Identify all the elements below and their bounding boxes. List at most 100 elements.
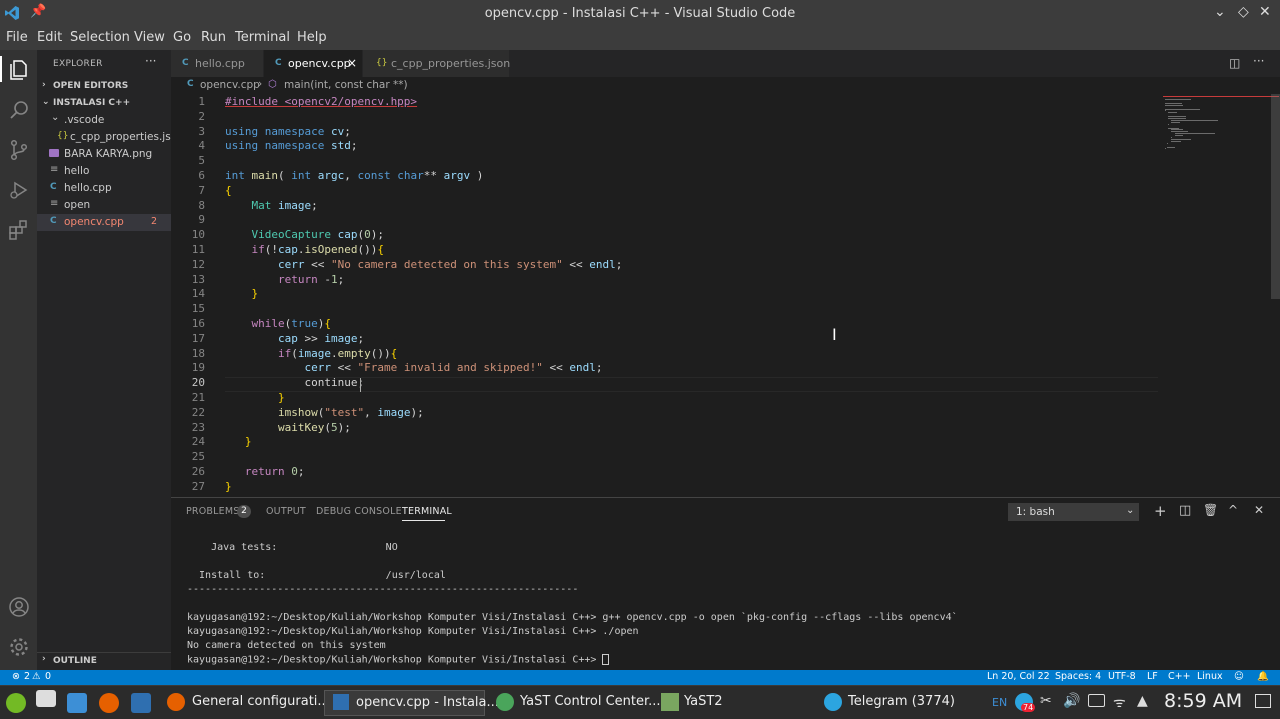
code-line[interactable]: } — [225, 287, 259, 302]
taskbar-item-telegram[interactable]: Telegram (3774) — [820, 690, 980, 716]
bell-icon[interactable]: 🔔 — [1257, 671, 1269, 682]
source-control-icon[interactable] — [7, 138, 31, 162]
breadcrumb-file[interactable]: opencv.cpp — [200, 79, 260, 91]
encoding[interactable]: UTF-8 — [1108, 671, 1136, 682]
code-line[interactable]: waitKey(5); — [225, 421, 351, 436]
tab-c-cpp-properties[interactable]: {} c_cpp_properties.json — [363, 50, 510, 77]
code-line[interactable]: return 0; — [225, 465, 305, 480]
error-count[interactable]: 2 — [24, 671, 30, 682]
run-debug-icon[interactable] — [7, 178, 31, 202]
code-line[interactable]: return -1; — [225, 273, 344, 288]
code-line[interactable]: while(true){ — [225, 317, 332, 332]
menu-view[interactable]: View — [134, 30, 165, 45]
updates-icon[interactable]: ▲ — [1137, 693, 1148, 709]
code-line[interactable]: #include <opencv2/opencv.hpp> — [225, 95, 417, 110]
code-line[interactable]: cap >> image; — [225, 332, 364, 347]
tab-output[interactable]: OUTPUT — [266, 506, 306, 517]
taskbar-item-yast-control-center[interactable]: YaST Control Center... — [490, 690, 661, 716]
vscode-launcher-icon[interactable] — [131, 693, 151, 713]
tree-item-hello[interactable]: ≡ hello — [37, 163, 171, 180]
search-icon[interactable] — [7, 98, 31, 122]
tree-item-vscode[interactable]: ⌄ .vscode — [37, 112, 171, 129]
extensions-icon[interactable] — [7, 218, 31, 242]
menu-selection[interactable]: Selection — [70, 30, 130, 45]
split-editor-icon[interactable]: ◫ — [1229, 56, 1240, 70]
tree-item-hello-cpp[interactable]: C hello.cpp — [37, 180, 171, 197]
more-actions-icon[interactable]: ··· — [1253, 54, 1264, 68]
tree-item-bara-karya[interactable]: BARA KARYA.png — [37, 146, 171, 163]
close-panel-icon[interactable]: ✕ — [1254, 503, 1264, 517]
line-ending[interactable]: LF — [1147, 671, 1158, 682]
keyboard-layout[interactable]: EN — [992, 696, 1007, 709]
taskbar-item-vscode[interactable]: opencv.cpp - Instala... — [324, 690, 499, 716]
volume-icon[interactable]: 🔊 — [1063, 693, 1080, 709]
platform[interactable]: Linux — [1197, 671, 1223, 682]
tab-problems[interactable]: PROBLEMS — [186, 506, 239, 517]
code-line[interactable]: using namespace std; — [225, 139, 357, 154]
taskbar-item-yast2[interactable]: YaST2 — [655, 690, 815, 716]
code-line[interactable]: { — [225, 184, 232, 199]
menu-terminal[interactable]: Terminal — [235, 30, 290, 45]
more-actions-icon[interactable]: ··· — [145, 54, 156, 68]
cursor-position[interactable]: Ln 20, Col 22 — [987, 671, 1050, 682]
show-desktop-button[interactable] — [1255, 694, 1271, 708]
code-line[interactable]: if(image.empty()){ — [225, 347, 397, 362]
code-editor[interactable]: 1 2 3 4 5 6 7 8 9 10 11 12 13 14 15 16 17 18 19 20 21 22 23 24 2… — [171, 94, 1161, 496]
tab-terminal[interactable]: TERMINAL — [402, 506, 452, 517]
taskbar-item-general-configuration[interactable]: General configurati... — [161, 690, 330, 716]
tree-item-opencv-cpp[interactable]: C opencv.cpp 2 — [37, 214, 171, 231]
scrollbar-thumb[interactable] — [1271, 94, 1280, 299]
indentation[interactable]: Spaces: 4 — [1055, 671, 1101, 682]
menu-help[interactable]: Help — [297, 30, 327, 45]
minimap[interactable] — [1161, 94, 1280, 496]
code-line[interactable]: Mat image; — [225, 199, 318, 214]
language-mode[interactable]: C++ — [1168, 671, 1191, 682]
maximize-icon[interactable]: ◇ — [1238, 4, 1249, 20]
tree-item-c-cpp-properties[interactable]: {} c_cpp_properties.js... — [37, 129, 171, 146]
code-line[interactable]: } — [225, 435, 252, 450]
gear-icon[interactable] — [7, 635, 31, 659]
minimize-icon[interactable]: ⌄ — [1214, 4, 1226, 20]
new-terminal-icon[interactable]: + — [1154, 502, 1167, 520]
network-icon[interactable]: ᯤ — [1113, 693, 1126, 712]
kde-connect-icon[interactable]: ✂ — [1040, 693, 1052, 709]
clock[interactable]: 8:59 AM — [1164, 690, 1242, 712]
code-line[interactable]: continue; — [225, 376, 364, 391]
menu-edit[interactable]: Edit — [37, 30, 62, 45]
tab-hello-cpp[interactable]: C hello.cpp — [171, 50, 263, 77]
code-line[interactable]: int main( int argc, const char** argv ) — [225, 169, 483, 184]
code-line[interactable]: using namespace cv; — [225, 125, 351, 140]
explorer-icon[interactable] — [7, 58, 31, 82]
warning-count[interactable]: 0 — [45, 671, 51, 682]
battery-icon[interactable] — [1088, 694, 1105, 707]
close-tab-icon[interactable]: × — [347, 56, 357, 70]
file-manager-icon[interactable] — [67, 693, 87, 713]
maximize-panel-icon[interactable]: ^ — [1228, 503, 1238, 517]
code-line[interactable]: imshow("test", image); — [225, 406, 424, 421]
firefox-icon[interactable] — [99, 693, 119, 713]
code-line[interactable]: cerr << "Frame invalid and skipped!" << … — [225, 361, 602, 376]
code-line[interactable]: VideoCapture cap(0); — [225, 228, 384, 243]
feedback-icon[interactable]: ☺ — [1234, 671, 1244, 682]
code-line[interactable]: if(!cap.isOpened()){ — [225, 243, 384, 258]
close-window-icon[interactable]: ✕ — [1259, 4, 1271, 20]
code-line[interactable]: cerr << "No camera detected on this syst… — [225, 258, 622, 273]
folder-section[interactable]: ⌄ INSTALASI C++ — [37, 96, 171, 113]
menu-go[interactable]: Go — [173, 30, 191, 45]
terminal-select[interactable]: 1: bash ⌄ — [1008, 503, 1139, 521]
tab-debug-console[interactable]: DEBUG CONSOLE — [316, 506, 402, 517]
menu-run[interactable]: Run — [201, 30, 226, 45]
breadcrumb-symbol[interactable]: main(int, const char **) — [284, 79, 408, 91]
warning-icon[interactable]: ⚠ — [32, 671, 41, 682]
menu-file[interactable]: File — [6, 30, 28, 45]
tree-item-open[interactable]: ≡ open — [37, 197, 171, 214]
accounts-icon[interactable] — [7, 595, 31, 619]
tab-opencv-cpp[interactable]: C opencv.cpp × — [264, 50, 362, 77]
show-desktop-icon[interactable] — [36, 690, 56, 707]
code-line[interactable]: } — [225, 480, 232, 495]
outline-section[interactable]: › OUTLINE — [37, 652, 171, 669]
code-line[interactable]: } — [225, 391, 285, 406]
open-editors-section[interactable]: › OPEN EDITORS — [37, 79, 171, 96]
split-terminal-icon[interactable]: ◫ — [1179, 503, 1191, 518]
error-icon[interactable]: ⊗ — [12, 671, 20, 682]
